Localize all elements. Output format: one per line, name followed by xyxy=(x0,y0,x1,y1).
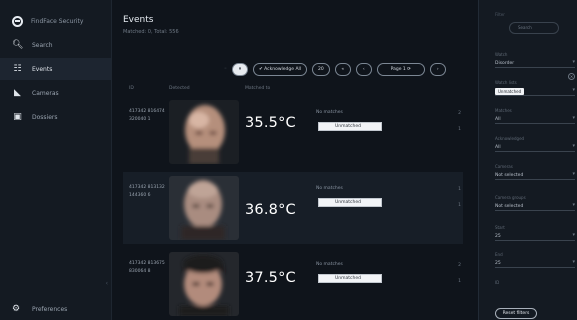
table-header: ID Detected Matched to xyxy=(123,86,463,94)
page-title: Events xyxy=(123,15,154,25)
toolbar-indicator: ◦ xyxy=(224,66,227,72)
filter-value[interactable]: Disorder xyxy=(495,59,575,68)
sidebar-item-label: Dossiers xyxy=(32,113,58,121)
reset-filters-button[interactable]: Reset filters xyxy=(495,308,537,319)
filter-value[interactable]: All xyxy=(495,115,575,124)
first-page-button[interactable]: « xyxy=(334,62,351,76)
filter-label: Matches xyxy=(495,108,512,113)
filter-label: End xyxy=(495,252,503,257)
filter-value[interactable]: Not selected xyxy=(495,202,575,211)
sidebar-item-cameras[interactable]: ◣ Cameras xyxy=(0,82,111,104)
main-content: Events Matched: 0, Total: 556 ◦ ⏸ ✔ Ackn… xyxy=(112,0,478,320)
clear-filter-icon[interactable]: × xyxy=(568,73,575,80)
sidebar-item-label: Cameras xyxy=(32,89,59,97)
filter-value[interactable]: Not selected xyxy=(495,171,575,180)
gear-icon: ⚙ xyxy=(12,304,21,314)
filter-start[interactable]: Start 25 xyxy=(495,225,575,241)
event-row[interactable]: 417342 813675 830064 8 37.5°C No matches… xyxy=(123,248,463,320)
filter-cameras[interactable]: Cameras Not selected xyxy=(495,164,575,180)
event-id: 417342 813675 830064 8 xyxy=(129,261,165,274)
pause-button[interactable]: ⏸ xyxy=(231,62,248,76)
sidebar-item-dossiers[interactable]: ▣ Dossiers xyxy=(0,106,111,128)
sidebar-item-preferences[interactable]: ⚙ Preferences xyxy=(0,298,112,320)
acknowledge-all-button[interactable]: ✔ Acknowledge All xyxy=(252,62,308,76)
dossier-icon: ▣ xyxy=(13,112,22,122)
filter-header: Filter xyxy=(495,12,505,17)
detected-face-thumbnail[interactable] xyxy=(169,252,239,316)
filter-acknowledged[interactable]: Acknowledged All xyxy=(495,136,575,152)
header-detected: Detected xyxy=(169,86,190,91)
filter-value[interactable]: 25 xyxy=(495,232,575,241)
filter-end[interactable]: End 25 xyxy=(495,252,575,268)
filter-matches[interactable]: Matches All xyxy=(495,108,575,124)
sidebar-item-label: Preferences xyxy=(32,305,68,313)
brand-name: FindFace Security xyxy=(31,17,84,25)
logo-icon xyxy=(12,15,23,27)
event-row[interactable]: 417342 813132 144360 6 36.8°C No matches xyxy=(123,172,463,244)
temperature-reading: 35.5°C xyxy=(245,115,296,131)
filter-label: Camera groups xyxy=(495,195,526,200)
row-counter: 1 1 xyxy=(458,187,461,208)
unmatched-checkbox[interactable]: Unmatched xyxy=(318,122,382,131)
filter-value[interactable]: 25 xyxy=(495,259,575,268)
header-id: ID xyxy=(129,86,134,91)
match-status-text: No matches xyxy=(316,110,343,115)
sidebar-item-label: Events xyxy=(32,65,53,73)
event-row[interactable]: 417342 816474 320040 1 35.5°C No matches xyxy=(123,96,463,168)
filter-id[interactable]: ID xyxy=(495,280,575,288)
match-status-text: No matches xyxy=(316,262,343,267)
filter-label: Watch lists xyxy=(495,80,517,85)
sidebar-item-events[interactable]: ☷ Events xyxy=(0,58,111,80)
row-counter: 2 1 xyxy=(458,263,461,284)
event-id: 417342 816474 320040 1 xyxy=(129,109,165,122)
filter-watch[interactable]: Watch Disorder xyxy=(495,52,575,68)
collapse-icon[interactable]: ‹ xyxy=(106,280,108,287)
detected-face-thumbnail[interactable] xyxy=(169,100,239,164)
filter-label: Acknowledged xyxy=(495,136,525,141)
filter-label: Start xyxy=(495,225,505,230)
filter-camera-groups[interactable]: Camera groups Not selected xyxy=(495,195,575,211)
filter-value[interactable]: All xyxy=(495,143,575,152)
filter-label: Watch xyxy=(495,52,508,57)
filter-value[interactable]: Unmatched xyxy=(495,87,575,96)
header-matched: Matched to xyxy=(245,86,271,91)
filter-panel: Filter Search Watch Disorder Watch lists… xyxy=(478,0,577,320)
row-counter: 2 1 xyxy=(458,111,461,132)
temperature-reading: 37.5°C xyxy=(245,270,296,286)
unmatched-checkbox[interactable]: Unmatched xyxy=(318,274,382,283)
camera-icon: ◣ xyxy=(14,88,21,98)
page-indicator[interactable]: Page 1 ⟳ xyxy=(376,62,425,76)
search-icon: 🔍︎ xyxy=(12,40,24,50)
filter-label: Cameras xyxy=(495,164,513,169)
filter-search-input[interactable]: Search xyxy=(509,22,559,34)
sidebar-item-search[interactable]: 🔍︎ Search xyxy=(0,34,111,56)
next-page-button[interactable]: › xyxy=(429,62,446,76)
toolbar: ◦ ⏸ ✔ Acknowledge All 20 « ‹ Page 1 ⟳ › xyxy=(224,62,446,76)
filter-label: ID xyxy=(495,280,500,285)
sidebar: FindFace Security 🔍︎ Search ☷ Events ◣ C… xyxy=(0,0,112,320)
page-subtitle: Matched: 0, Total: 556 xyxy=(123,29,179,35)
match-status-text: No matches xyxy=(316,186,343,191)
temperature-reading: 36.8°C xyxy=(245,202,296,218)
event-id: 417342 813132 144360 6 xyxy=(129,185,165,198)
per-page-select[interactable]: 20 xyxy=(312,62,330,76)
filter-chip[interactable]: Unmatched xyxy=(495,88,525,95)
sidebar-item-label: Search xyxy=(32,41,53,49)
prev-page-button[interactable]: ‹ xyxy=(355,62,372,76)
app-window: FindFace Security 🔍︎ Search ☷ Events ◣ C… xyxy=(0,0,577,320)
detected-face-thumbnail[interactable] xyxy=(169,176,239,240)
events-icon: ☷ xyxy=(13,64,22,74)
brand: FindFace Security xyxy=(0,10,111,32)
unmatched-checkbox[interactable]: Unmatched xyxy=(318,198,382,207)
filter-watch-lists[interactable]: Watch lists Unmatched xyxy=(495,80,575,96)
